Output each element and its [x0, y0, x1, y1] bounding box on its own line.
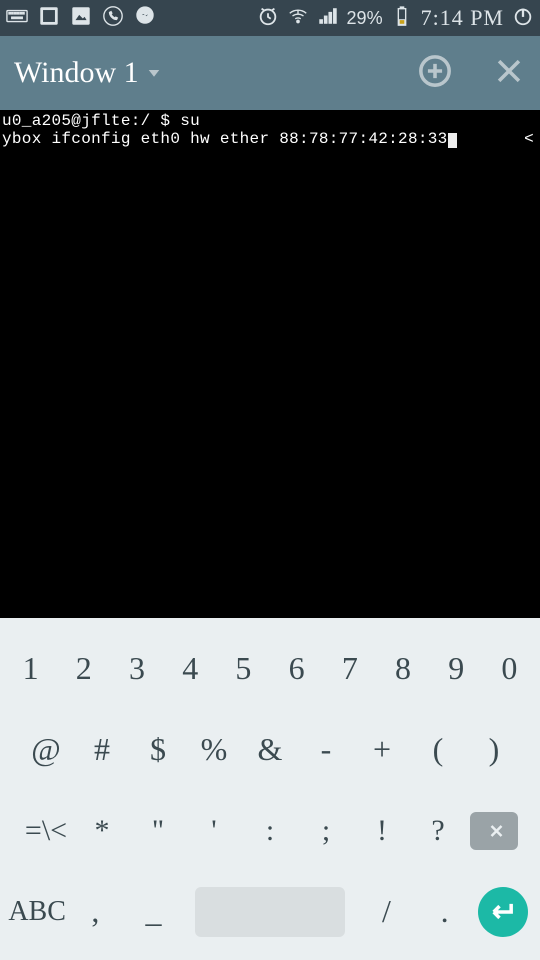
terminal-line-2: ybox ifconfig eth0 hw ether 88:78:77:42:… — [2, 130, 538, 148]
kb-row-1: 1 2 3 4 5 6 7 8 9 0 — [4, 628, 536, 709]
add-tab-button[interactable] — [418, 54, 452, 93]
kb-row-4: ABC , _ / . — [4, 871, 536, 952]
key-dquote[interactable]: " — [130, 814, 186, 848]
key-8[interactable]: 8 — [376, 650, 429, 687]
battery-pct: 29% — [347, 8, 383, 29]
power-icon — [512, 5, 534, 32]
key-backspace[interactable] — [466, 812, 522, 850]
key-period[interactable]: . — [416, 893, 474, 930]
key-rparen[interactable]: ) — [466, 731, 522, 768]
key-enter[interactable] — [474, 887, 532, 937]
key-symbols-mode[interactable]: =\< — [18, 814, 74, 848]
key-colon[interactable]: : — [242, 814, 298, 848]
battery-icon — [391, 5, 413, 32]
terminal-line-1: u0_a205@jflte:/ $ su — [2, 112, 538, 130]
key-comma[interactable]: , — [66, 893, 124, 930]
key-plus[interactable]: + — [354, 731, 410, 768]
status-right-icons: 29% 7:14 PM — [257, 5, 534, 32]
chevron-down-icon — [145, 56, 163, 90]
key-slash[interactable]: / — [357, 893, 415, 930]
key-space[interactable] — [183, 887, 358, 937]
terminal-cursor — [448, 133, 457, 148]
image-icon — [38, 5, 60, 32]
wifi-icon — [287, 5, 309, 32]
window-tab[interactable]: Window 1 — [14, 56, 163, 90]
close-button[interactable] — [492, 54, 526, 93]
gallery-icon — [70, 5, 92, 32]
key-9[interactable]: 9 — [430, 650, 483, 687]
spacebar — [195, 887, 345, 937]
key-1[interactable]: 1 — [4, 650, 57, 687]
clock-time: 7:14 PM — [421, 5, 504, 31]
key-7[interactable]: 7 — [323, 650, 376, 687]
status-left-icons — [6, 5, 156, 32]
key-question[interactable]: ? — [410, 814, 466, 848]
key-amp[interactable]: & — [242, 731, 298, 768]
app-bar-actions — [418, 54, 526, 93]
key-4[interactable]: 4 — [164, 650, 217, 687]
backspace-icon — [470, 812, 518, 850]
app-bar: Window 1 — [0, 36, 540, 110]
alarm-icon — [257, 5, 279, 32]
key-5[interactable]: 5 — [217, 650, 270, 687]
key-0[interactable]: 0 — [483, 650, 536, 687]
key-6[interactable]: 6 — [270, 650, 323, 687]
soft-keyboard: 1 2 3 4 5 6 7 8 9 0 @ # $ % & - + ( ) =\… — [0, 618, 540, 960]
terminal[interactable]: u0_a205@jflte:/ $ su ybox ifconfig eth0 … — [0, 110, 540, 618]
key-2[interactable]: 2 — [57, 650, 110, 687]
key-percent[interactable]: % — [186, 731, 242, 768]
kb-row-3: =\< * " ' : ; ! ? — [4, 790, 536, 871]
key-3[interactable]: 3 — [110, 650, 163, 687]
key-squote[interactable]: ' — [186, 814, 242, 848]
messenger-icon — [134, 5, 156, 32]
kb-row-2: @ # $ % & - + ( ) — [4, 709, 536, 790]
phone-icon — [102, 5, 124, 32]
key-star[interactable]: * — [74, 814, 130, 848]
key-underscore[interactable]: _ — [124, 893, 182, 930]
key-minus[interactable]: - — [298, 731, 354, 768]
key-hash[interactable]: # — [74, 731, 130, 768]
key-at[interactable]: @ — [18, 731, 74, 768]
status-bar: 29% 7:14 PM — [0, 0, 540, 36]
key-dollar[interactable]: $ — [130, 731, 186, 768]
key-abc-mode[interactable]: ABC — [8, 896, 66, 928]
window-title-text: Window 1 — [14, 56, 139, 90]
terminal-scroll-indicator: < — [524, 130, 534, 148]
keyboard-icon — [6, 5, 28, 32]
key-bang[interactable]: ! — [354, 814, 410, 848]
enter-icon — [478, 887, 528, 937]
signal-icon — [317, 5, 339, 32]
key-semicolon[interactable]: ; — [298, 814, 354, 848]
key-lparen[interactable]: ( — [410, 731, 466, 768]
